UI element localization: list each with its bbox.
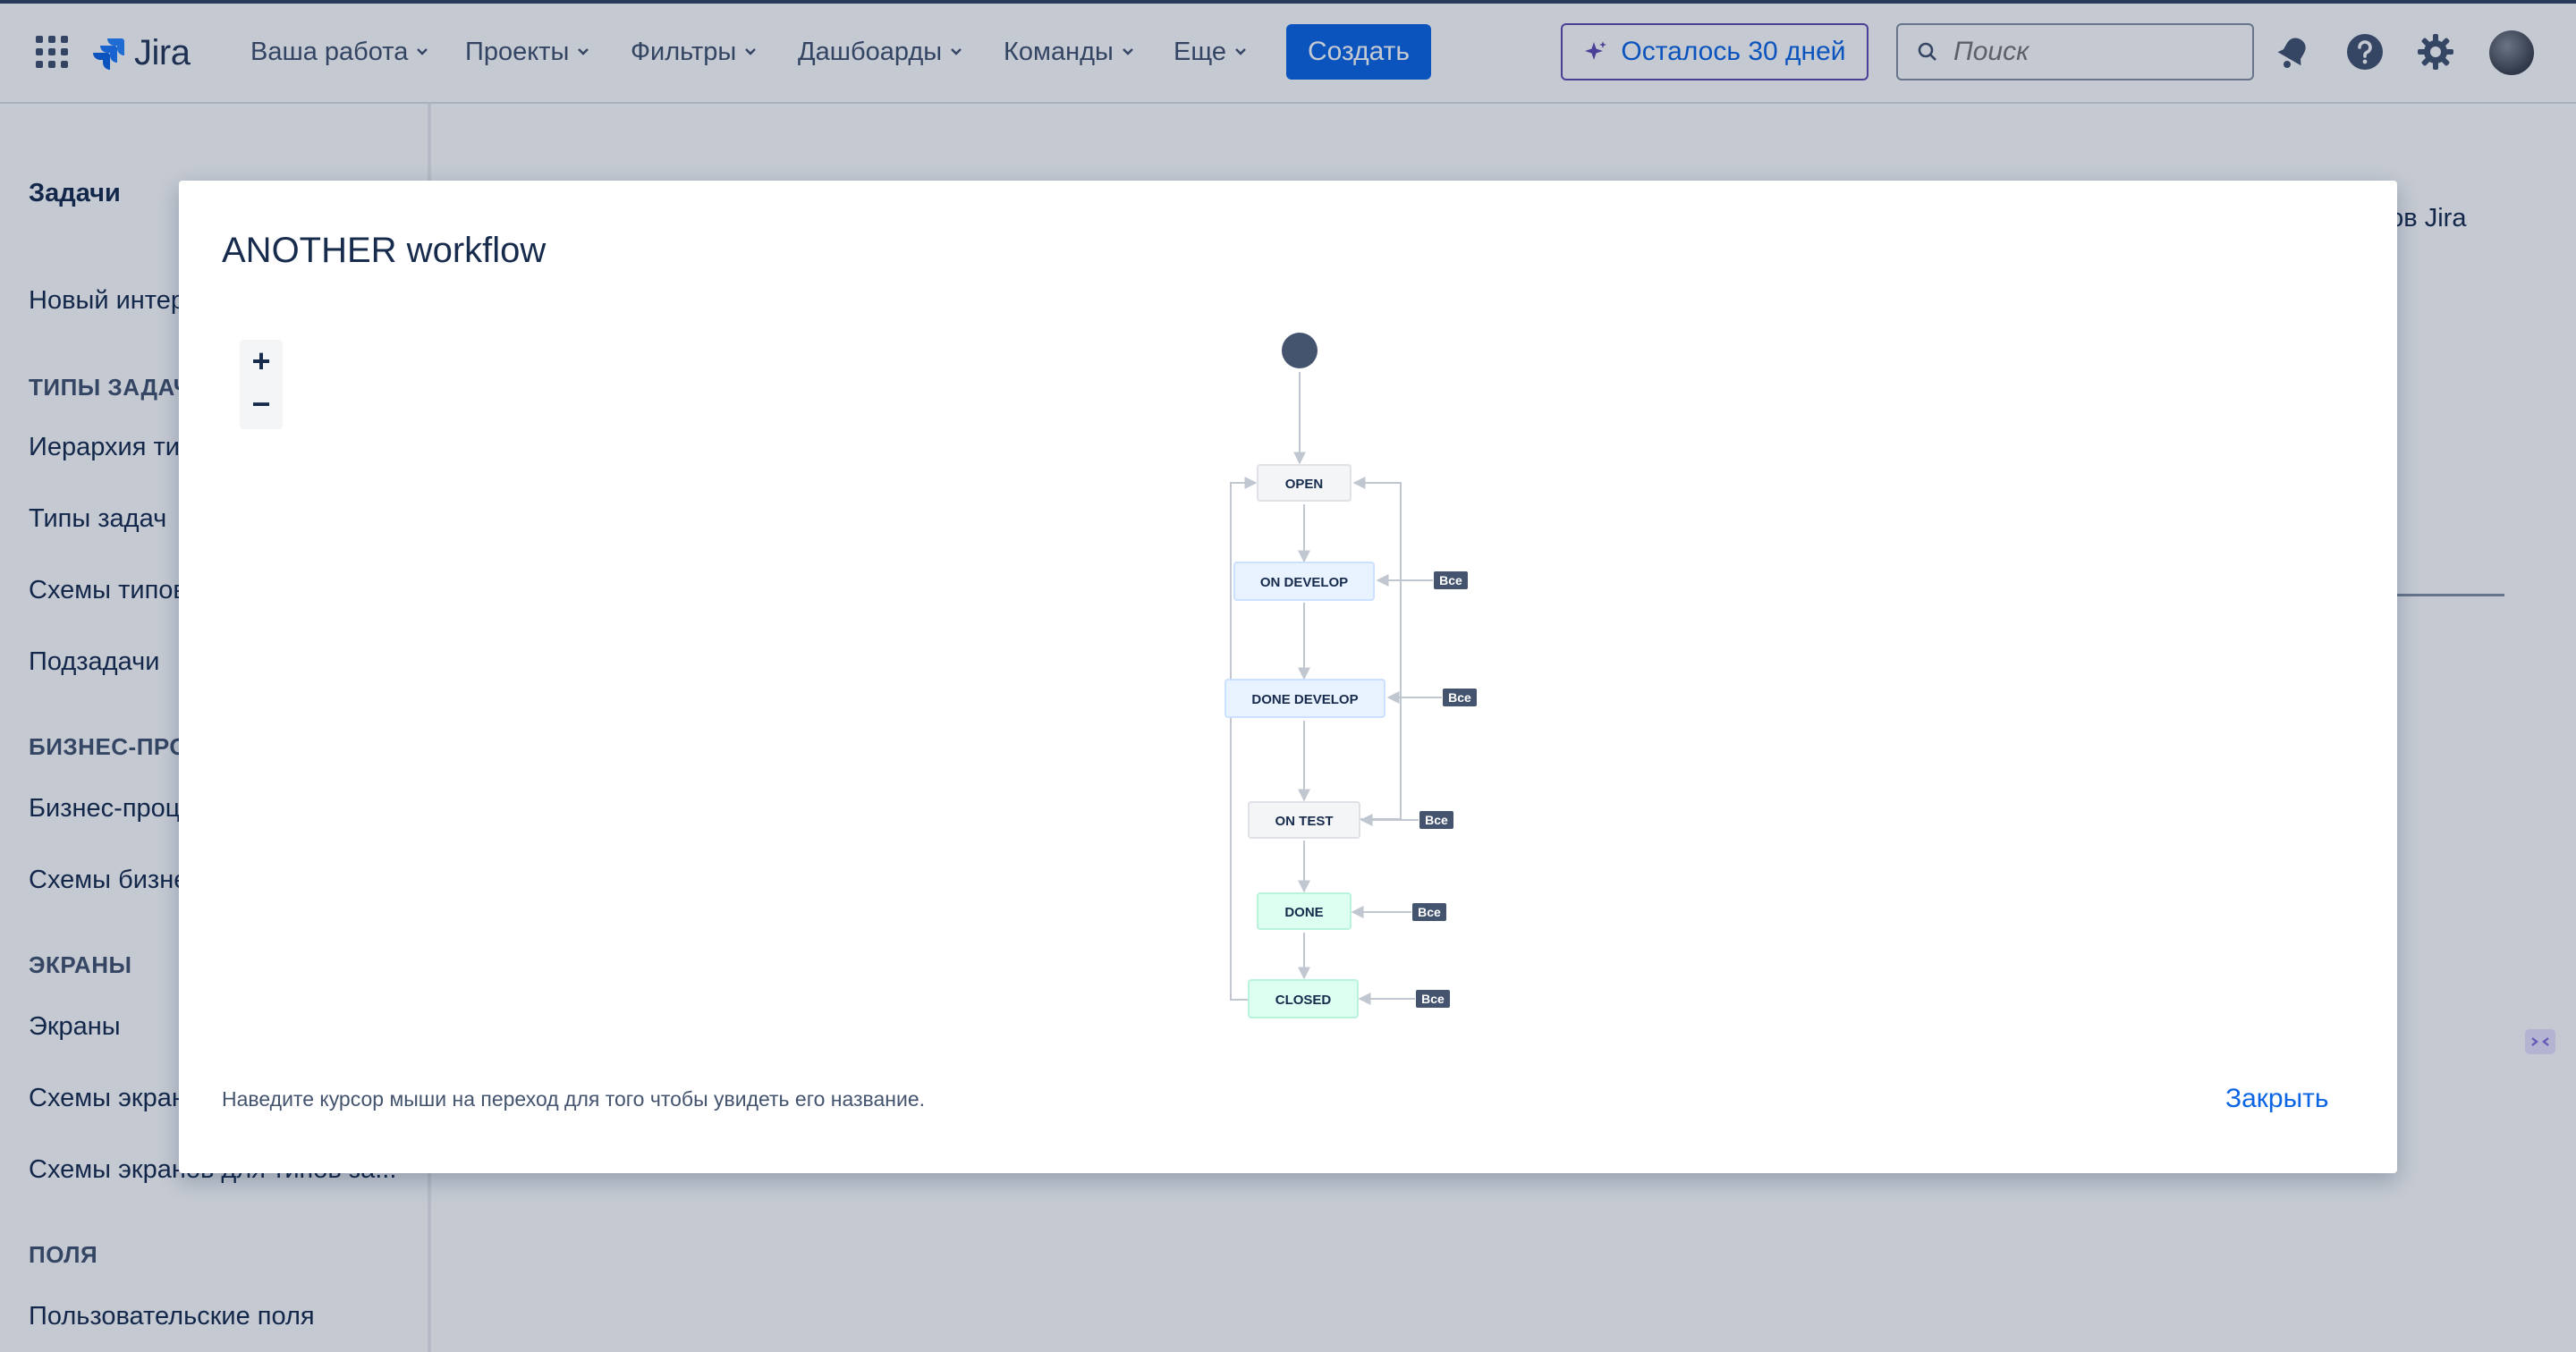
transition-arrow[interactable] xyxy=(1230,477,1258,1001)
status-label: ON TEST xyxy=(1275,814,1333,829)
status-node-on-develop[interactable]: ON DEVELOP xyxy=(1233,562,1375,601)
status-node-on-test[interactable]: ON TEST xyxy=(1248,801,1360,839)
badge-label: Все xyxy=(1418,905,1441,919)
all-transition-badge[interactable]: Все xyxy=(1412,903,1446,921)
workflow-start-node xyxy=(1282,333,1318,368)
all-transition-badge[interactable]: Все xyxy=(1419,811,1453,829)
status-node-done-develop[interactable]: DONE DEVELOP xyxy=(1224,679,1385,718)
all-transition-badge[interactable]: Все xyxy=(1416,990,1450,1008)
transition-hint: Наведите курсор мыши на переход для того… xyxy=(222,1087,926,1111)
badge-label: Все xyxy=(1425,813,1448,827)
close-button[interactable]: Закрыть xyxy=(2225,1084,2329,1114)
status-node-open[interactable]: OPEN xyxy=(1257,464,1352,502)
transition-arrow[interactable] xyxy=(1352,477,1402,820)
workflow-dialog: ANOTHER workflow + − OPEN ON DEVELOP DON… xyxy=(179,181,2397,1173)
status-node-closed[interactable]: CLOSED xyxy=(1248,979,1359,1018)
workflow-diagram: OPEN ON DEVELOP DONE DEVELOP ON TEST DON… xyxy=(1224,333,1477,1018)
badge-label: Все xyxy=(1448,690,1471,705)
status-label: ON DEVELOP xyxy=(1260,575,1348,590)
badge-label: Все xyxy=(1421,992,1445,1006)
badge-label: Все xyxy=(1439,573,1462,587)
status-label: CLOSED xyxy=(1275,993,1332,1008)
status-node-done[interactable]: DONE xyxy=(1257,892,1352,930)
status-label: DONE xyxy=(1284,905,1323,920)
status-label: DONE DEVELOP xyxy=(1251,692,1358,707)
all-transition-badge[interactable]: Все xyxy=(1443,689,1477,706)
status-label: OPEN xyxy=(1285,477,1324,492)
all-transition-badge[interactable]: Все xyxy=(1434,571,1468,589)
